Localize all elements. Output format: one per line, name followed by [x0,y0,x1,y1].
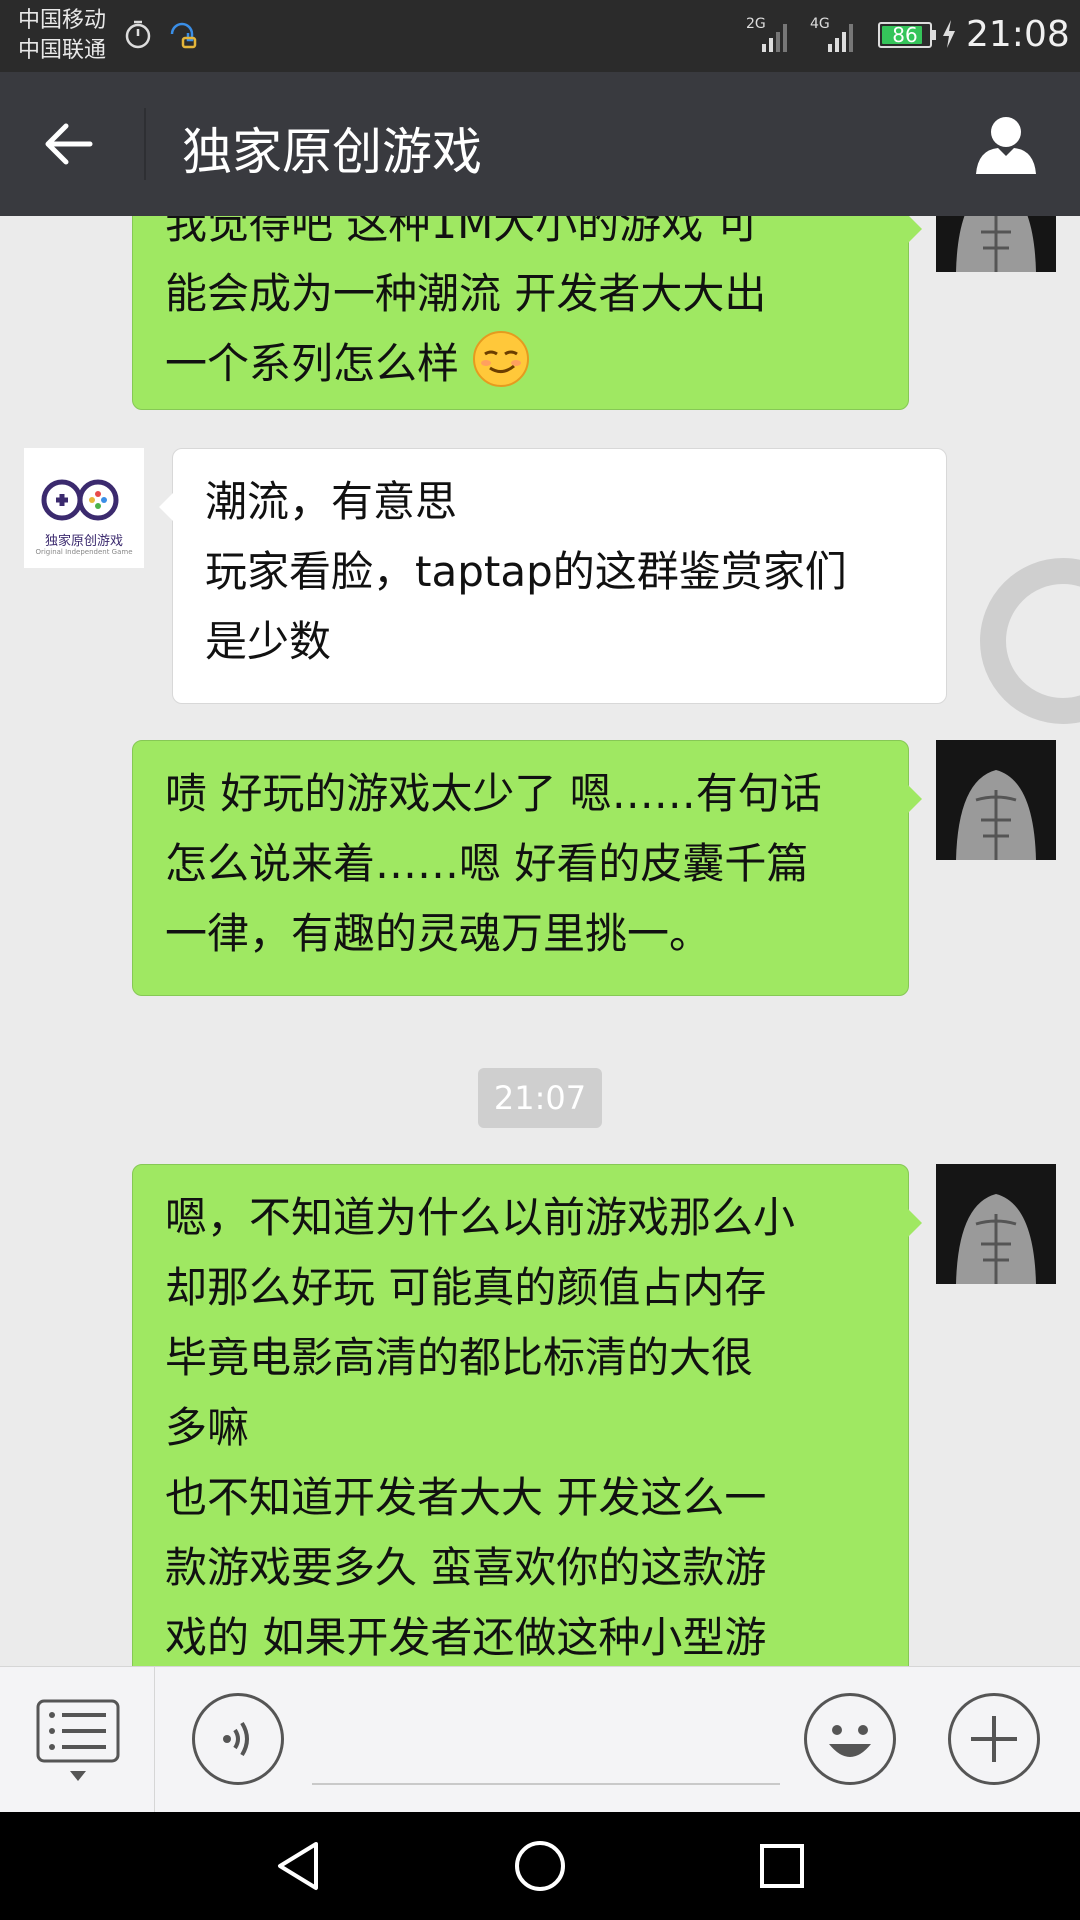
message-bubble[interactable]: 潮流，有意思 玩家看脸，taptap的这群鉴赏家们 是少数 [159,448,947,704]
charging-icon [943,20,955,48]
message-bubble[interactable]: 我觉得吧 这种1M大小的游戏 可 能会成为一种潮流 开发者大大出 一个系列怎么样 [132,216,922,410]
message-line: 款游戏要多久 蛮喜欢你的这款游 [165,1543,767,1592]
message-line: 能会成为一种潮流 开发者大大出 [165,269,767,318]
message-line: 玩家看脸，taptap的这群鉴赏家们 [205,547,847,596]
menu-toggle-button[interactable] [36,1699,120,1787]
more-button[interactable] [948,1693,1040,1785]
battery-indicator: 86 [878,22,932,48]
voice-icon [223,1721,249,1757]
plus-icon [971,1716,1017,1762]
navigation-bar [0,1812,1080,1920]
input-divider [154,1667,155,1813]
message-line: 潮流，有意思 [205,477,458,526]
logo-subcaption: Original Independent Game [35,548,133,556]
message-timestamp: 21:07 [478,1068,602,1128]
message-bubble[interactable]: 啧 好玩的游戏太少了 嗯……有句话 怎么说来着……嗯 好看的皮囊千篇 一律，有趣… [132,740,922,996]
message-line: 啧 好玩的游戏太少了 嗯……有句话 [165,769,822,818]
profile-button[interactable] [972,110,1040,178]
my-avatar[interactable] [936,216,1056,272]
smiley-icon [829,1725,871,1757]
nav-back-button[interactable] [268,1836,328,1896]
message-line: 毕竟电影高清的都比标清的大很 [165,1333,754,1382]
signal-1-icon [762,24,787,52]
message-input[interactable] [312,1783,780,1785]
torso-avatar-icon [936,1164,1056,1284]
logo-caption: 独家原创游戏 [44,534,123,549]
message-line-wrap: 一个系列怎么样 [165,329,876,399]
message-line: 多嘛 [165,1403,250,1452]
message-line: 我觉得吧 这种1M大小的游戏 可 [165,216,759,248]
contact-avatar[interactable]: 独家原创游戏 Original Independent Game [24,448,144,568]
battery-level: 86 [892,23,918,47]
my-avatar[interactable] [936,1164,1056,1284]
signal-2-icon [828,24,853,52]
message-line: 却那么好玩 可能真的颜值占内存 [165,1263,767,1312]
loading-spinner-icon [980,558,1080,724]
alarm-icon [125,20,151,49]
message-line: 一律，有趣的灵魂万里挑一。 [165,909,712,958]
nav-recent-button[interactable] [752,1836,812,1896]
voice-button[interactable] [192,1693,284,1785]
status-time: 21:08 [966,14,1070,55]
message-line: 也不知道开发者大大 开发这么一 [165,1473,767,1522]
battery-tip [932,30,936,40]
nav-home-button[interactable] [510,1836,570,1896]
title-bar: 独家原创游戏 [0,72,1080,216]
carrier-1: 中国移动 [18,8,107,33]
emoji-button[interactable] [804,1693,896,1785]
message-line: 一个系列怎么样 [165,339,460,388]
title-divider [144,108,146,180]
message-line: 怎么说来着……嗯 好看的皮囊千篇 [165,839,809,888]
my-avatar[interactable] [936,740,1056,860]
message-line: 是少数 [205,617,332,666]
torso-avatar-icon [936,740,1056,860]
message-bubble[interactable]: 嗯，不知道为什么以前游戏那么小 却那么好玩 可能真的颜值占内存 毕竟电影高清的都… [132,1164,922,1666]
carrier-2: 中国联通 [18,38,107,63]
page-title: 独家原创游戏 [182,123,482,181]
status-bar: 中国移动 中国联通 2G 4G 86 21:08 [0,0,1080,72]
message-line: 嗯，不知道为什么以前游戏那么小 [165,1193,796,1242]
chat-area[interactable]: 我觉得吧 这种1M大小的游戏 可 能会成为一种潮流 开发者大大出 一个系列怎么样 [0,216,1080,1666]
smirk-emoji-icon [473,331,530,387]
back-button[interactable] [40,116,96,172]
assistant-icon [170,22,197,49]
torso-avatar-icon [936,216,1056,272]
input-bar [0,1666,1080,1813]
carrier-info: 中国移动 中国联通 [18,6,106,66]
message-line: 戏的 如果开发者还做这种小型游 [165,1613,767,1662]
